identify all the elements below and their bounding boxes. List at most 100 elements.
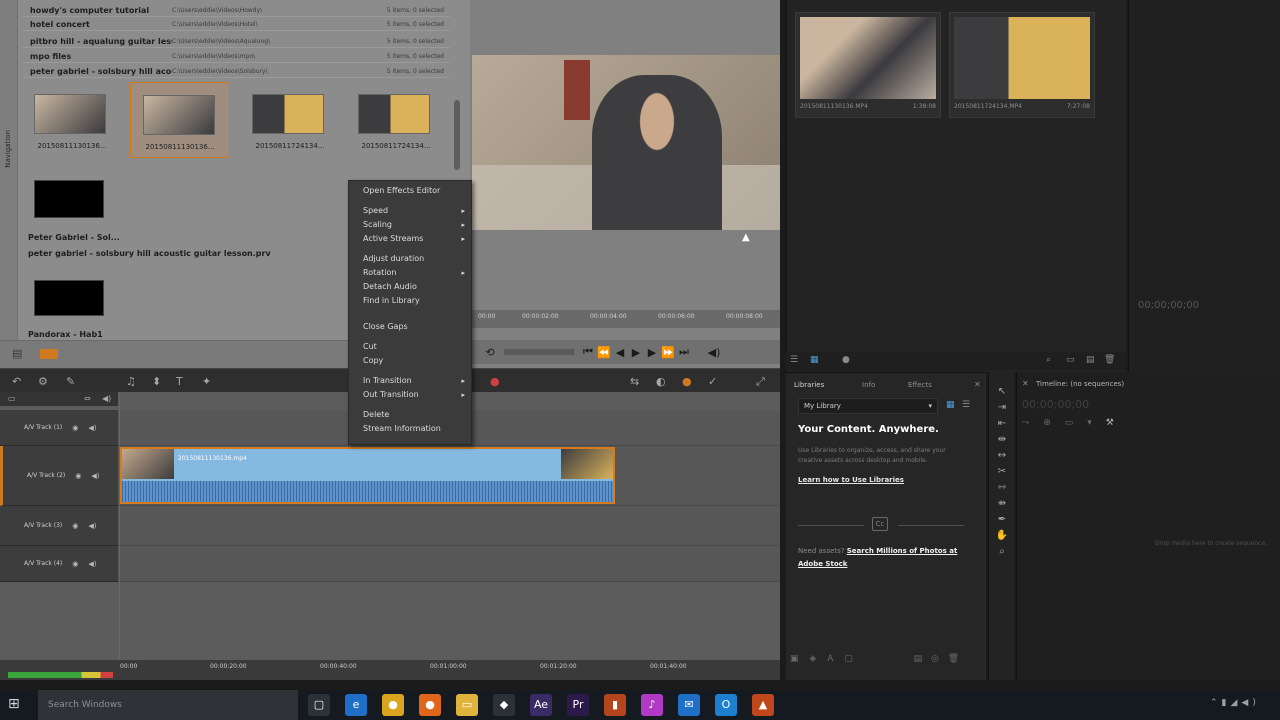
speaker-icon[interactable]: ◀) bbox=[88, 560, 96, 568]
list-view-icon[interactable]: ☰ bbox=[790, 355, 798, 365]
undo-icon[interactable]: ↶ bbox=[12, 375, 21, 388]
bin-list-row[interactable]: peter gabriel - solsbury hill acoustic g… bbox=[22, 65, 450, 78]
black-video-thumbnail[interactable] bbox=[34, 180, 104, 218]
icon-view-icon[interactable]: ▦ bbox=[810, 355, 819, 365]
split-icon[interactable]: ⇆ bbox=[630, 375, 639, 388]
speaker-icon[interactable]: ◀) bbox=[88, 522, 96, 530]
link-icon[interactable]: ⊕ bbox=[1043, 418, 1065, 428]
marker-icon[interactable]: ⬍ bbox=[152, 375, 161, 388]
settings-icon[interactable]: ⚙ bbox=[38, 375, 48, 388]
wrench-icon[interactable]: ⚒ bbox=[1106, 418, 1128, 428]
context-menu-item[interactable]: Close Gaps bbox=[349, 320, 471, 334]
premiere-elements-icon[interactable]: ▲ bbox=[752, 694, 774, 716]
context-menu-item[interactable]: Stream Information bbox=[349, 422, 471, 436]
context-menu-item[interactable]: Adjust duration bbox=[349, 252, 471, 266]
trash-icon[interactable]: 🗑 bbox=[948, 654, 959, 664]
black-video-thumbnail[interactable] bbox=[34, 280, 104, 316]
loop-icon[interactable]: ⟲ bbox=[482, 346, 498, 359]
add-graphic-icon[interactable]: ▣ bbox=[790, 654, 799, 664]
effects-icon[interactable]: ✦ bbox=[202, 375, 211, 388]
track-lane[interactable] bbox=[118, 546, 780, 582]
context-menu-item[interactable]: Delete bbox=[349, 408, 471, 422]
pen-tool-icon[interactable]: ✒ bbox=[989, 514, 1015, 530]
cloud-icon[interactable]: ◎ bbox=[931, 654, 939, 664]
close-icon[interactable]: ✕ bbox=[1022, 379, 1029, 388]
track-header[interactable]: A/V Track (3) ◉ ◀) bbox=[0, 506, 118, 546]
video-preview-frame[interactable] bbox=[472, 55, 780, 230]
tab-libraries[interactable]: Libraries bbox=[794, 381, 824, 389]
rewind-icon[interactable]: ◀ bbox=[612, 346, 628, 359]
lock-icon[interactable]: ▭ bbox=[8, 394, 16, 403]
edge-icon[interactable]: e bbox=[345, 694, 367, 716]
audio-mixer-icon[interactable]: ✓ bbox=[708, 375, 717, 388]
expand-icon[interactable]: ⇔ bbox=[84, 394, 91, 403]
context-menu-item[interactable]: Find in Library bbox=[349, 294, 471, 308]
zoom-slider-icon[interactable]: ● bbox=[842, 355, 850, 365]
timeline-time-ruler[interactable]: 00:00 00:00:20:00 00:00:40:00 00:01:00:0… bbox=[0, 660, 780, 680]
chevron-up-icon[interactable]: ⌃ bbox=[1210, 698, 1222, 708]
razor-tool-icon[interactable]: ✂ bbox=[989, 466, 1015, 482]
project-clip-tile[interactable]: 20150811130136.MP4 1:38:08 bbox=[795, 12, 941, 118]
tab-timeline[interactable]: Timeline: (no sequences) bbox=[1036, 380, 1124, 388]
slide-tool-icon[interactable]: ⇻ bbox=[989, 498, 1015, 514]
tab-effects[interactable]: Effects bbox=[908, 381, 932, 389]
after-effects-icon[interactable]: Ae bbox=[530, 694, 552, 716]
zoom-tool-icon[interactable]: ⌕ bbox=[989, 546, 1015, 562]
taskbar-search-input[interactable]: Search Windows bbox=[38, 690, 298, 720]
playhead[interactable] bbox=[119, 394, 120, 680]
ripple-edit-tool-icon[interactable]: ⇤ bbox=[989, 418, 1015, 434]
text-tool-icon[interactable]: T bbox=[176, 375, 183, 388]
volume-icon[interactable]: ◀) bbox=[1241, 698, 1259, 708]
zoom-icon[interactable]: ⤢ bbox=[756, 375, 765, 389]
track-header[interactable]: A/V Track (4) ◉ ◀) bbox=[0, 546, 118, 582]
premiere-icon[interactable]: Pr bbox=[567, 694, 589, 716]
trash-icon[interactable]: 🗑 bbox=[1104, 355, 1115, 365]
tools-icon[interactable]: ✎ bbox=[66, 375, 75, 388]
project-clip-tile[interactable]: 20150811724134.MP4 7:27:08 bbox=[949, 12, 1095, 118]
context-menu-item[interactable]: In Transition ▸ bbox=[349, 374, 471, 388]
selection-tool-icon[interactable]: ↖ bbox=[989, 386, 1015, 402]
firefox-icon[interactable]: ● bbox=[419, 694, 441, 716]
eye-icon[interactable]: ◉ bbox=[72, 522, 78, 530]
outlook-icon[interactable]: O bbox=[715, 694, 737, 716]
bin-list-row[interactable]: pitbro hill - aqualung guitar lesson C:\… bbox=[22, 35, 450, 48]
context-menu-item[interactable]: Rotation ▸ bbox=[349, 266, 471, 280]
context-menu-item[interactable]: Active Streams ▸ bbox=[349, 232, 471, 246]
library-selector[interactable]: My Library ▾ bbox=[798, 398, 938, 414]
context-menu-item[interactable]: Copy bbox=[349, 354, 471, 368]
slip-tool-icon[interactable]: ⇿ bbox=[989, 482, 1015, 498]
media-thumbnail[interactable]: 20150811724134... bbox=[346, 82, 446, 158]
audio-icon[interactable]: ♫ bbox=[126, 375, 136, 388]
context-menu-item[interactable]: Cut bbox=[349, 340, 471, 354]
text-style-icon[interactable]: A bbox=[827, 654, 833, 664]
view-toggle-icon[interactable] bbox=[40, 349, 58, 359]
play-icon[interactable]: ▶ bbox=[628, 346, 644, 359]
go-to-start-icon[interactable]: ⏮ bbox=[580, 345, 596, 359]
add-marker-icon[interactable]: ▾ bbox=[1087, 418, 1106, 428]
volume-icon[interactable]: ◀) bbox=[706, 346, 722, 359]
media-icon[interactable]: ▮ bbox=[604, 694, 626, 716]
color-icon[interactable]: ◈ bbox=[809, 654, 816, 664]
smart-fix-icon[interactable]: ● bbox=[682, 375, 692, 388]
media-thumbnail-selected[interactable]: 20150811130136... bbox=[130, 82, 230, 158]
snap-icon[interactable]: ⤳ bbox=[1022, 418, 1043, 428]
stock-icon[interactable]: ▤ bbox=[914, 654, 923, 664]
context-menu-item[interactable]: Scaling ▸ bbox=[349, 218, 471, 232]
grid-view-icon[interactable]: ▦ bbox=[946, 400, 955, 410]
step-forward-icon[interactable]: ⏩ bbox=[660, 346, 676, 359]
new-bin-icon[interactable]: ▭ bbox=[1066, 355, 1075, 365]
network-icon[interactable]: ◢ bbox=[1231, 698, 1242, 708]
eye-icon[interactable]: ◉ bbox=[75, 472, 81, 480]
context-menu-item[interactable]: Open Effects Editor bbox=[349, 184, 471, 198]
media-thumbnail[interactable]: 20150811724134... bbox=[240, 82, 340, 158]
bin-list-row[interactable]: mpo files C:\Users\eddie\Videos\mpo\ 5 i… bbox=[22, 50, 450, 63]
bin-list-row[interactable]: hotel concert C:\Users\eddie\Videos\Hote… bbox=[22, 18, 450, 31]
track-header-selected[interactable]: A/V Track (2) ◉ ◀) bbox=[0, 446, 118, 506]
learn-libraries-link[interactable]: Learn how to Use Libraries bbox=[798, 476, 904, 484]
rate-stretch-tool-icon[interactable]: ↔ bbox=[989, 450, 1015, 466]
eye-icon[interactable]: ◉ bbox=[72, 424, 78, 432]
step-back-icon[interactable]: ⏪ bbox=[596, 346, 612, 359]
battery-icon[interactable]: ▮ bbox=[1222, 698, 1231, 708]
rolling-edit-tool-icon[interactable]: ⇹ bbox=[989, 434, 1015, 450]
marker-icon[interactable]: ▭ bbox=[1065, 418, 1088, 428]
